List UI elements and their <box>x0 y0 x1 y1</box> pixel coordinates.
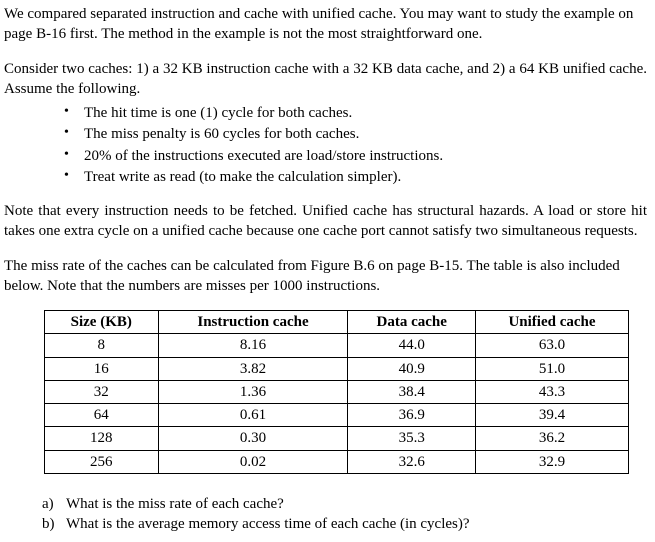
table-cell: 39.4 <box>475 404 628 427</box>
table-cell: 0.61 <box>158 404 348 427</box>
table-cell: 128 <box>45 427 159 450</box>
table-row: 1280.3035.336.2 <box>45 427 629 450</box>
table-cell: 32.9 <box>475 450 628 473</box>
table-cell: 1.36 <box>158 380 348 403</box>
table-cell: 256 <box>45 450 159 473</box>
table-body: 88.1644.063.0163.8240.951.0321.3638.443.… <box>45 334 629 474</box>
assumptions-list: The hit time is one (1) cycle for both c… <box>64 103 647 187</box>
table-cell: 51.0 <box>475 357 628 380</box>
assumption-item: The miss penalty is 60 cycles for both c… <box>64 124 647 144</box>
table-header: Unified cache <box>475 311 628 334</box>
table-cell: 3.82 <box>158 357 348 380</box>
question-marker: b) <box>42 514 55 534</box>
table-cell: 38.4 <box>348 380 476 403</box>
table-header: Instruction cache <box>158 311 348 334</box>
assumption-item: The hit time is one (1) cycle for both c… <box>64 103 647 123</box>
table-header: Data cache <box>348 311 476 334</box>
table-cell: 64 <box>45 404 159 427</box>
table-intro-paragraph: The miss rate of the caches can be calcu… <box>4 256 647 297</box>
table-cell: 44.0 <box>348 334 476 357</box>
table-cell: 8 <box>45 334 159 357</box>
table-cell: 16 <box>45 357 159 380</box>
table-cell: 32.6 <box>348 450 476 473</box>
question-item-b: b) What is the average memory access tim… <box>42 514 647 534</box>
table-header: Size (KB) <box>45 311 159 334</box>
question-marker: a) <box>42 494 54 514</box>
table-row: 321.3638.443.3 <box>45 380 629 403</box>
table-cell: 32 <box>45 380 159 403</box>
question-item-a: a) What is the miss rate of each cache? <box>42 494 647 514</box>
setup-paragraph: Consider two caches: 1) a 32 KB instruct… <box>4 59 647 100</box>
question-text: What is the average memory access time o… <box>66 516 470 532</box>
assumption-item: 20% of the instructions executed are loa… <box>64 146 647 166</box>
question-text: What is the miss rate of each cache? <box>66 496 284 512</box>
table-header-row: Size (KB) Instruction cache Data cache U… <box>45 311 629 334</box>
table-cell: 63.0 <box>475 334 628 357</box>
table-cell: 8.16 <box>158 334 348 357</box>
assumption-item: Treat write as read (to make the calcula… <box>64 167 647 187</box>
table-cell: 40.9 <box>348 357 476 380</box>
table-row: 163.8240.951.0 <box>45 357 629 380</box>
questions-list: a) What is the miss rate of each cache? … <box>42 494 647 535</box>
table-row: 640.6136.939.4 <box>45 404 629 427</box>
table-cell: 36.2 <box>475 427 628 450</box>
table-cell: 0.30 <box>158 427 348 450</box>
table-cell: 35.3 <box>348 427 476 450</box>
table-cell: 43.3 <box>475 380 628 403</box>
note-paragraph: Note that every instruction needs to be … <box>4 201 647 242</box>
intro-paragraph: We compared separated instruction and ca… <box>4 4 647 45</box>
table-cell: 0.02 <box>158 450 348 473</box>
table-cell: 36.9 <box>348 404 476 427</box>
miss-rate-table: Size (KB) Instruction cache Data cache U… <box>44 310 629 474</box>
table-row: 2560.0232.632.9 <box>45 450 629 473</box>
table-row: 88.1644.063.0 <box>45 334 629 357</box>
